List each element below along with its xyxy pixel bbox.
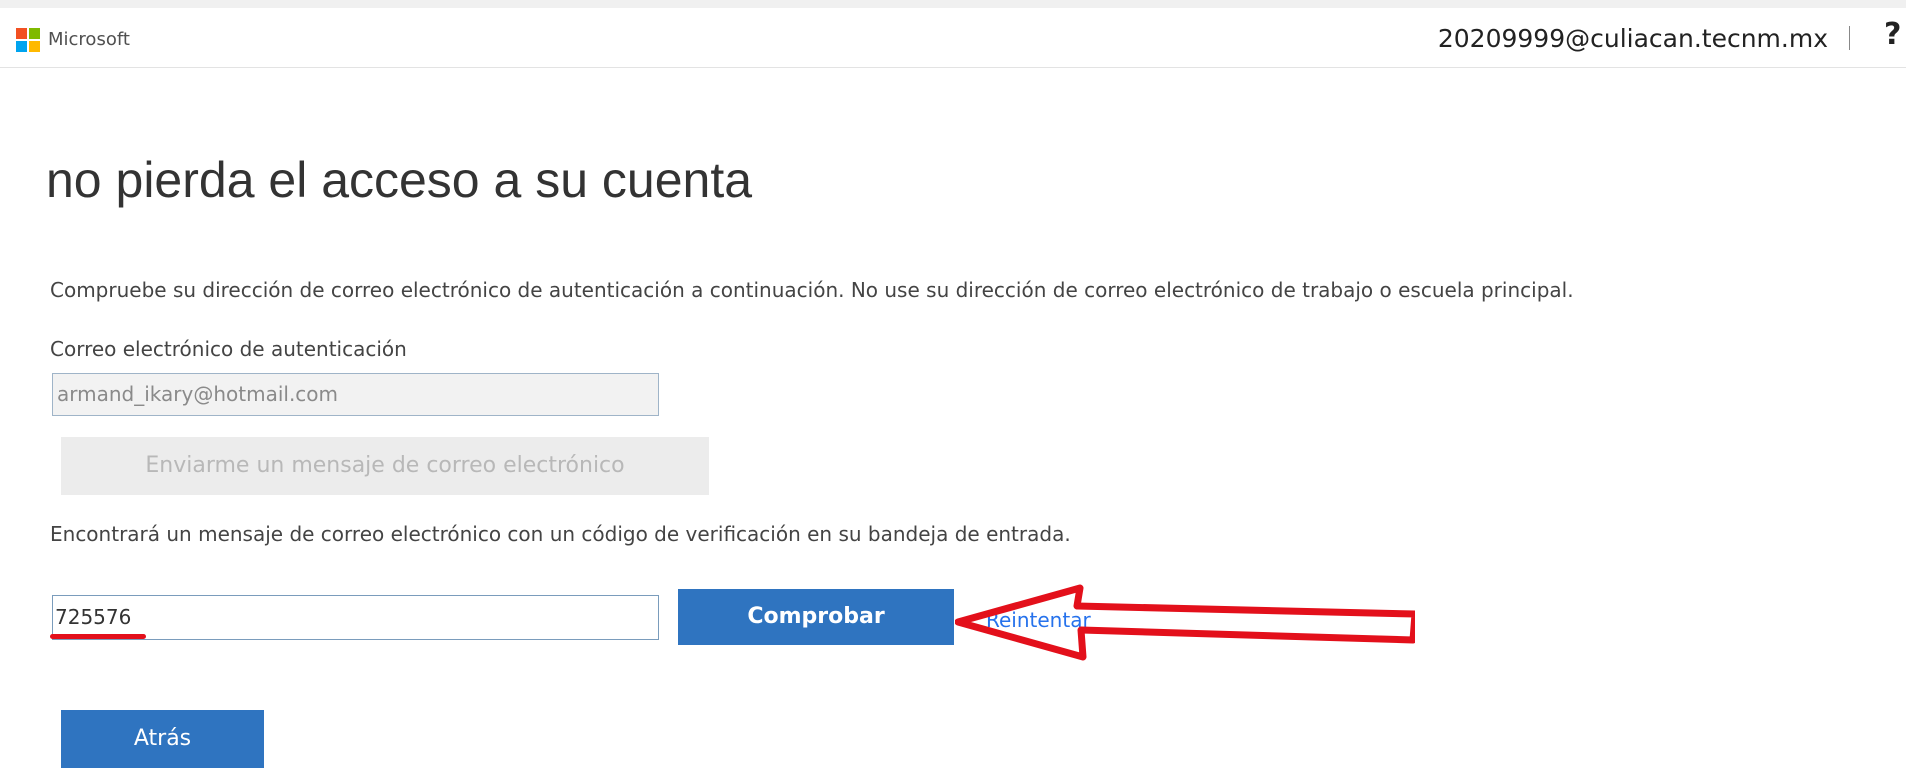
top-bar: Microsoft 20209999@culiacan.tecnm.mx ? xyxy=(0,0,1906,68)
microsoft-logo-icon xyxy=(16,28,40,52)
auth-email-field: armand_ikary@hotmail.com xyxy=(52,373,659,416)
verification-info-text: Encontrará un mensaje de correo electrón… xyxy=(50,522,1071,546)
instructions-text: Compruebe su dirección de correo electró… xyxy=(50,278,1574,302)
page-title: no pierda el acceso a su cuenta xyxy=(46,152,753,208)
annotation-arrow-icon xyxy=(955,584,1415,661)
signed-in-account[interactable]: 20209999@culiacan.tecnm.mx xyxy=(1438,24,1828,54)
back-button[interactable]: Atrás xyxy=(61,710,264,768)
annotation-underline xyxy=(50,634,146,639)
help-icon[interactable]: ? xyxy=(1884,18,1901,52)
verify-button[interactable]: Comprobar xyxy=(678,589,954,645)
send-email-button: Enviarme un mensaje de correo electrónic… xyxy=(61,437,709,495)
brand-name: Microsoft xyxy=(48,29,130,50)
auth-email-label: Correo electrónico de autenticación xyxy=(50,337,407,361)
header-divider xyxy=(1849,26,1850,50)
